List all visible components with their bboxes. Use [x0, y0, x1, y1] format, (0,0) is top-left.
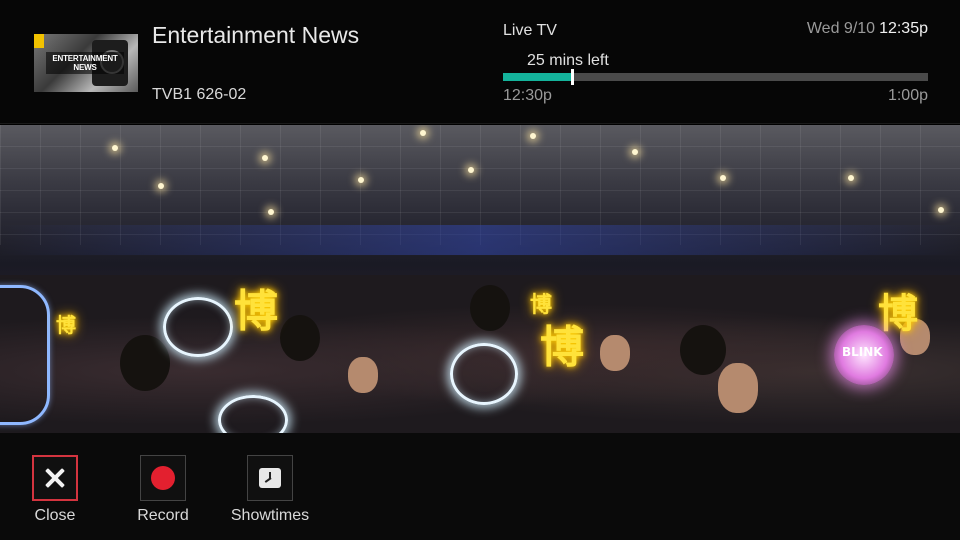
neon-decoration — [0, 285, 50, 425]
current-datetime: Wed 9/10 12:35p — [807, 20, 928, 38]
close-icon — [44, 467, 66, 489]
person — [348, 357, 378, 393]
progress-fill — [503, 73, 572, 81]
ceiling-light — [632, 149, 638, 155]
neon-lightstick: BLINK — [834, 325, 894, 385]
ceiling-light — [468, 167, 474, 173]
ceiling-light — [262, 155, 268, 161]
showtimes-button[interactable]: Showtimes — [225, 455, 315, 525]
channel-label: TVB1 626-02 — [152, 86, 247, 103]
ceiling-light — [720, 175, 726, 181]
close-button[interactable]: Close — [10, 455, 100, 525]
ceiling-light — [420, 130, 426, 136]
player-controls: Close Record Showtimes — [0, 433, 960, 540]
neon-sign: 博 — [234, 286, 278, 337]
ceiling-light — [158, 183, 164, 189]
ceiling-light — [268, 209, 274, 215]
neon-lightstick — [163, 297, 233, 357]
thumbnail-logo-text: ENTERTAINMENT NEWS — [46, 52, 124, 74]
showtimes-label: Showtimes — [230, 507, 310, 524]
stage-lighting-band — [0, 225, 960, 255]
neon-sign: 博 — [530, 293, 553, 318]
program-thumbnail: ENTERTAINMENT NEWS — [34, 34, 138, 92]
ceiling-light — [112, 145, 118, 151]
record-dot-icon — [151, 466, 175, 490]
ceiling-light — [938, 207, 944, 213]
person — [120, 335, 170, 391]
neon-sign: 博 — [56, 313, 76, 337]
close-label: Close — [34, 507, 76, 524]
program-end-time: 1:00p — [887, 87, 928, 104]
record-button-frame[interactable] — [140, 455, 186, 501]
ceiling-light — [530, 133, 536, 139]
source-label: Live TV — [503, 22, 557, 39]
person — [718, 363, 758, 413]
program-start-time: 12:30p — [503, 87, 552, 104]
program-progress-bar — [503, 69, 928, 85]
ceiling-light — [848, 175, 854, 181]
close-button-frame[interactable] — [32, 455, 78, 501]
person — [470, 285, 510, 331]
current-date: Wed 9/10 — [806, 20, 876, 37]
record-label: Record — [137, 507, 189, 524]
ceiling-light — [358, 177, 364, 183]
showtimes-button-frame[interactable] — [247, 455, 293, 501]
current-time: 12:35p — [879, 20, 928, 37]
neon-sign: 博 — [878, 291, 918, 337]
live-video-frame[interactable]: 博 博 博 博 博 BLINK — [0, 125, 960, 433]
time-remaining: 25 mins left — [527, 52, 609, 69]
person — [600, 335, 630, 371]
progress-position-marker — [570, 69, 574, 85]
program-info-bar: ENTERTAINMENT NEWS Entertainment News TV… — [0, 0, 960, 124]
person — [280, 315, 320, 361]
clock-icon — [259, 468, 281, 488]
record-button[interactable]: Record — [118, 455, 208, 525]
person — [680, 325, 726, 375]
neon-sign: 博 — [540, 322, 584, 373]
neon-lightstick — [450, 343, 518, 405]
thumbnail-accent — [34, 34, 44, 48]
lightstick-text: BLINK — [842, 345, 883, 359]
program-title: Entertainment News — [152, 22, 360, 48]
